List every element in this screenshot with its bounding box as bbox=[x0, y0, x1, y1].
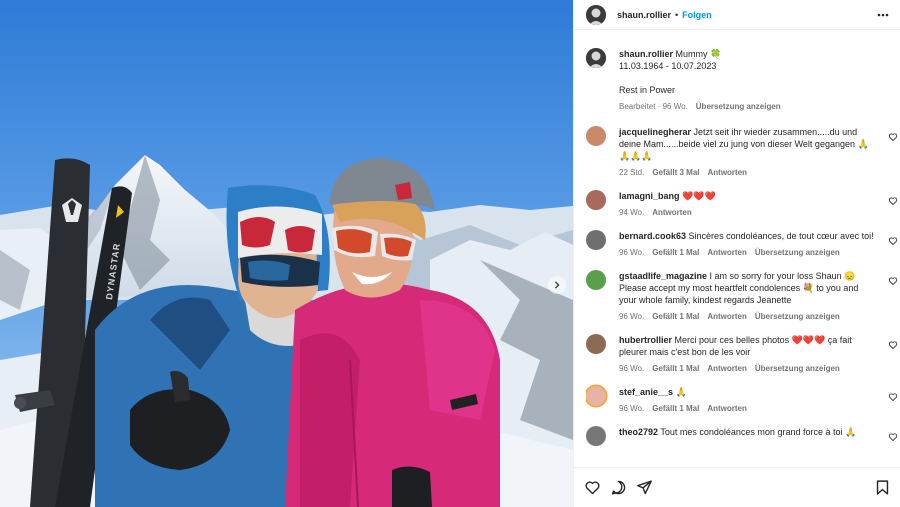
separator-dot: • bbox=[675, 9, 679, 20]
comment-action[interactable]: Antworten bbox=[707, 247, 747, 259]
comment-item: stef_anie__s 🙏 96 Wo. Gefällt 1 Mal Antwort… bbox=[586, 386, 898, 415]
comment-item: gstaadlife_magazine I am so sorry for yo… bbox=[586, 270, 898, 323]
heart-icon[interactable] bbox=[888, 196, 898, 206]
commenter-username[interactable]: jacquelinegherar bbox=[619, 127, 691, 137]
caption-dates: 11.03.1964 - 10.07.2023 bbox=[619, 61, 717, 71]
post-photo: DYNASTAR bbox=[0, 0, 573, 507]
commenter-avatar[interactable] bbox=[586, 334, 606, 354]
caption-username[interactable]: shaun.rollier bbox=[619, 49, 673, 59]
commenter-avatar[interactable] bbox=[586, 190, 606, 210]
comment-item: jacquelinegherar Jetzt seit ihr wieder z… bbox=[586, 126, 898, 179]
post-caption: shaun.rollier Mummy 🍀 11.03.1964 - 10.07… bbox=[586, 48, 891, 113]
comment-time: 22 Std. bbox=[619, 168, 645, 177]
caption-translate-link[interactable]: Übersetzung anzeigen bbox=[696, 101, 781, 113]
commenter-avatar[interactable] bbox=[586, 230, 606, 250]
comment-list: jacquelinegherar Jetzt seit ihr wieder z… bbox=[586, 126, 898, 466]
comment-item: theo2792 Tout mes condoléances mon grand… bbox=[586, 426, 898, 446]
author-avatar[interactable] bbox=[586, 4, 606, 25]
more-horizontal-icon[interactable] bbox=[876, 8, 890, 22]
comment-text: Tout mes condoléances mon grand force à … bbox=[660, 427, 857, 437]
commenter-username[interactable]: hubertrollier bbox=[619, 335, 672, 345]
comment-text: ❤️❤️❤️ bbox=[682, 191, 716, 201]
caption-text: Mummy 🍀 bbox=[675, 49, 722, 59]
caption-edited: Bearbeitet · 96 Wo. bbox=[619, 102, 688, 111]
comment-action[interactable]: Gefällt 3 Mal bbox=[652, 167, 699, 179]
post-detail-panel: shaun.rollier • Folgen shaun.rollier Mum… bbox=[573, 0, 900, 507]
comment-item: hubertrollier Merci pour ces belles phot… bbox=[586, 334, 898, 375]
comment-time: 96 Wo. bbox=[619, 364, 645, 373]
commenter-avatar[interactable] bbox=[586, 426, 606, 446]
heart-icon[interactable] bbox=[888, 432, 898, 442]
commenter-username[interactable]: stef_anie__s bbox=[619, 387, 673, 397]
comment-action[interactable]: Antworten bbox=[707, 363, 747, 375]
bookmark-icon[interactable] bbox=[874, 479, 891, 496]
comment-icon[interactable] bbox=[610, 479, 627, 496]
comment-time: 96 Wo. bbox=[619, 312, 645, 321]
share-icon[interactable] bbox=[636, 479, 653, 496]
commenter-username[interactable]: theo2792 bbox=[619, 427, 658, 437]
comment-action[interactable]: Antworten bbox=[707, 311, 747, 323]
heart-icon[interactable] bbox=[584, 479, 601, 496]
commenter-avatar[interactable] bbox=[586, 270, 606, 290]
comment-time: 94 Wo. bbox=[619, 208, 645, 217]
heart-icon[interactable] bbox=[888, 236, 898, 246]
chevron-right-icon bbox=[554, 281, 560, 289]
comment-action[interactable]: Gefällt 1 Mal bbox=[652, 403, 699, 415]
commenter-username[interactable]: gstaadlife_magazine bbox=[619, 271, 707, 281]
commenter-username[interactable]: bernard.cook63 bbox=[619, 231, 686, 241]
comment-action[interactable]: Gefällt 1 Mal bbox=[652, 247, 699, 259]
commenter-avatar[interactable] bbox=[586, 386, 606, 406]
action-bar bbox=[574, 467, 900, 507]
comment-action[interactable]: Übersetzung anzeigen bbox=[755, 247, 840, 259]
commenter-avatar[interactable] bbox=[586, 126, 606, 146]
comment-action[interactable]: Antworten bbox=[707, 167, 747, 179]
post-header: shaun.rollier • Folgen bbox=[574, 0, 900, 30]
comment-text: 🙏 bbox=[675, 387, 687, 397]
comment-item: lamagni_bang ❤️❤️❤️ 94 Wo. Antworten bbox=[586, 190, 898, 219]
caption-avatar[interactable] bbox=[586, 48, 606, 68]
comment-time: 96 Wo. bbox=[619, 404, 645, 413]
comment-action[interactable]: Übersetzung anzeigen bbox=[755, 363, 840, 375]
author-username[interactable]: shaun.rollier bbox=[617, 10, 671, 20]
comment-action[interactable]: Übersetzung anzeigen bbox=[755, 311, 840, 323]
heart-icon[interactable] bbox=[888, 340, 898, 350]
comment-time: 96 Wo. bbox=[619, 248, 645, 257]
heart-icon[interactable] bbox=[888, 132, 898, 142]
follow-button[interactable]: Folgen bbox=[682, 10, 712, 20]
caption-line2: Rest in Power bbox=[619, 85, 676, 95]
commenter-username[interactable]: lamagni_bang bbox=[619, 191, 680, 201]
heart-icon[interactable] bbox=[888, 276, 898, 286]
photo-illustration: DYNASTAR bbox=[0, 0, 573, 507]
comment-action[interactable]: Gefällt 1 Mal bbox=[652, 311, 699, 323]
comment-action[interactable]: Gefällt 1 Mal bbox=[652, 363, 699, 375]
comment-action[interactable]: Antworten bbox=[652, 207, 692, 219]
comment-text: Sincères condoléances, de tout cœur avec… bbox=[688, 231, 874, 241]
comment-action[interactable]: Antworten bbox=[707, 403, 747, 415]
heart-icon[interactable] bbox=[888, 392, 898, 402]
next-photo-button[interactable] bbox=[548, 276, 566, 294]
comment-item: bernard.cook63 Sincères condoléances, de… bbox=[586, 230, 898, 259]
